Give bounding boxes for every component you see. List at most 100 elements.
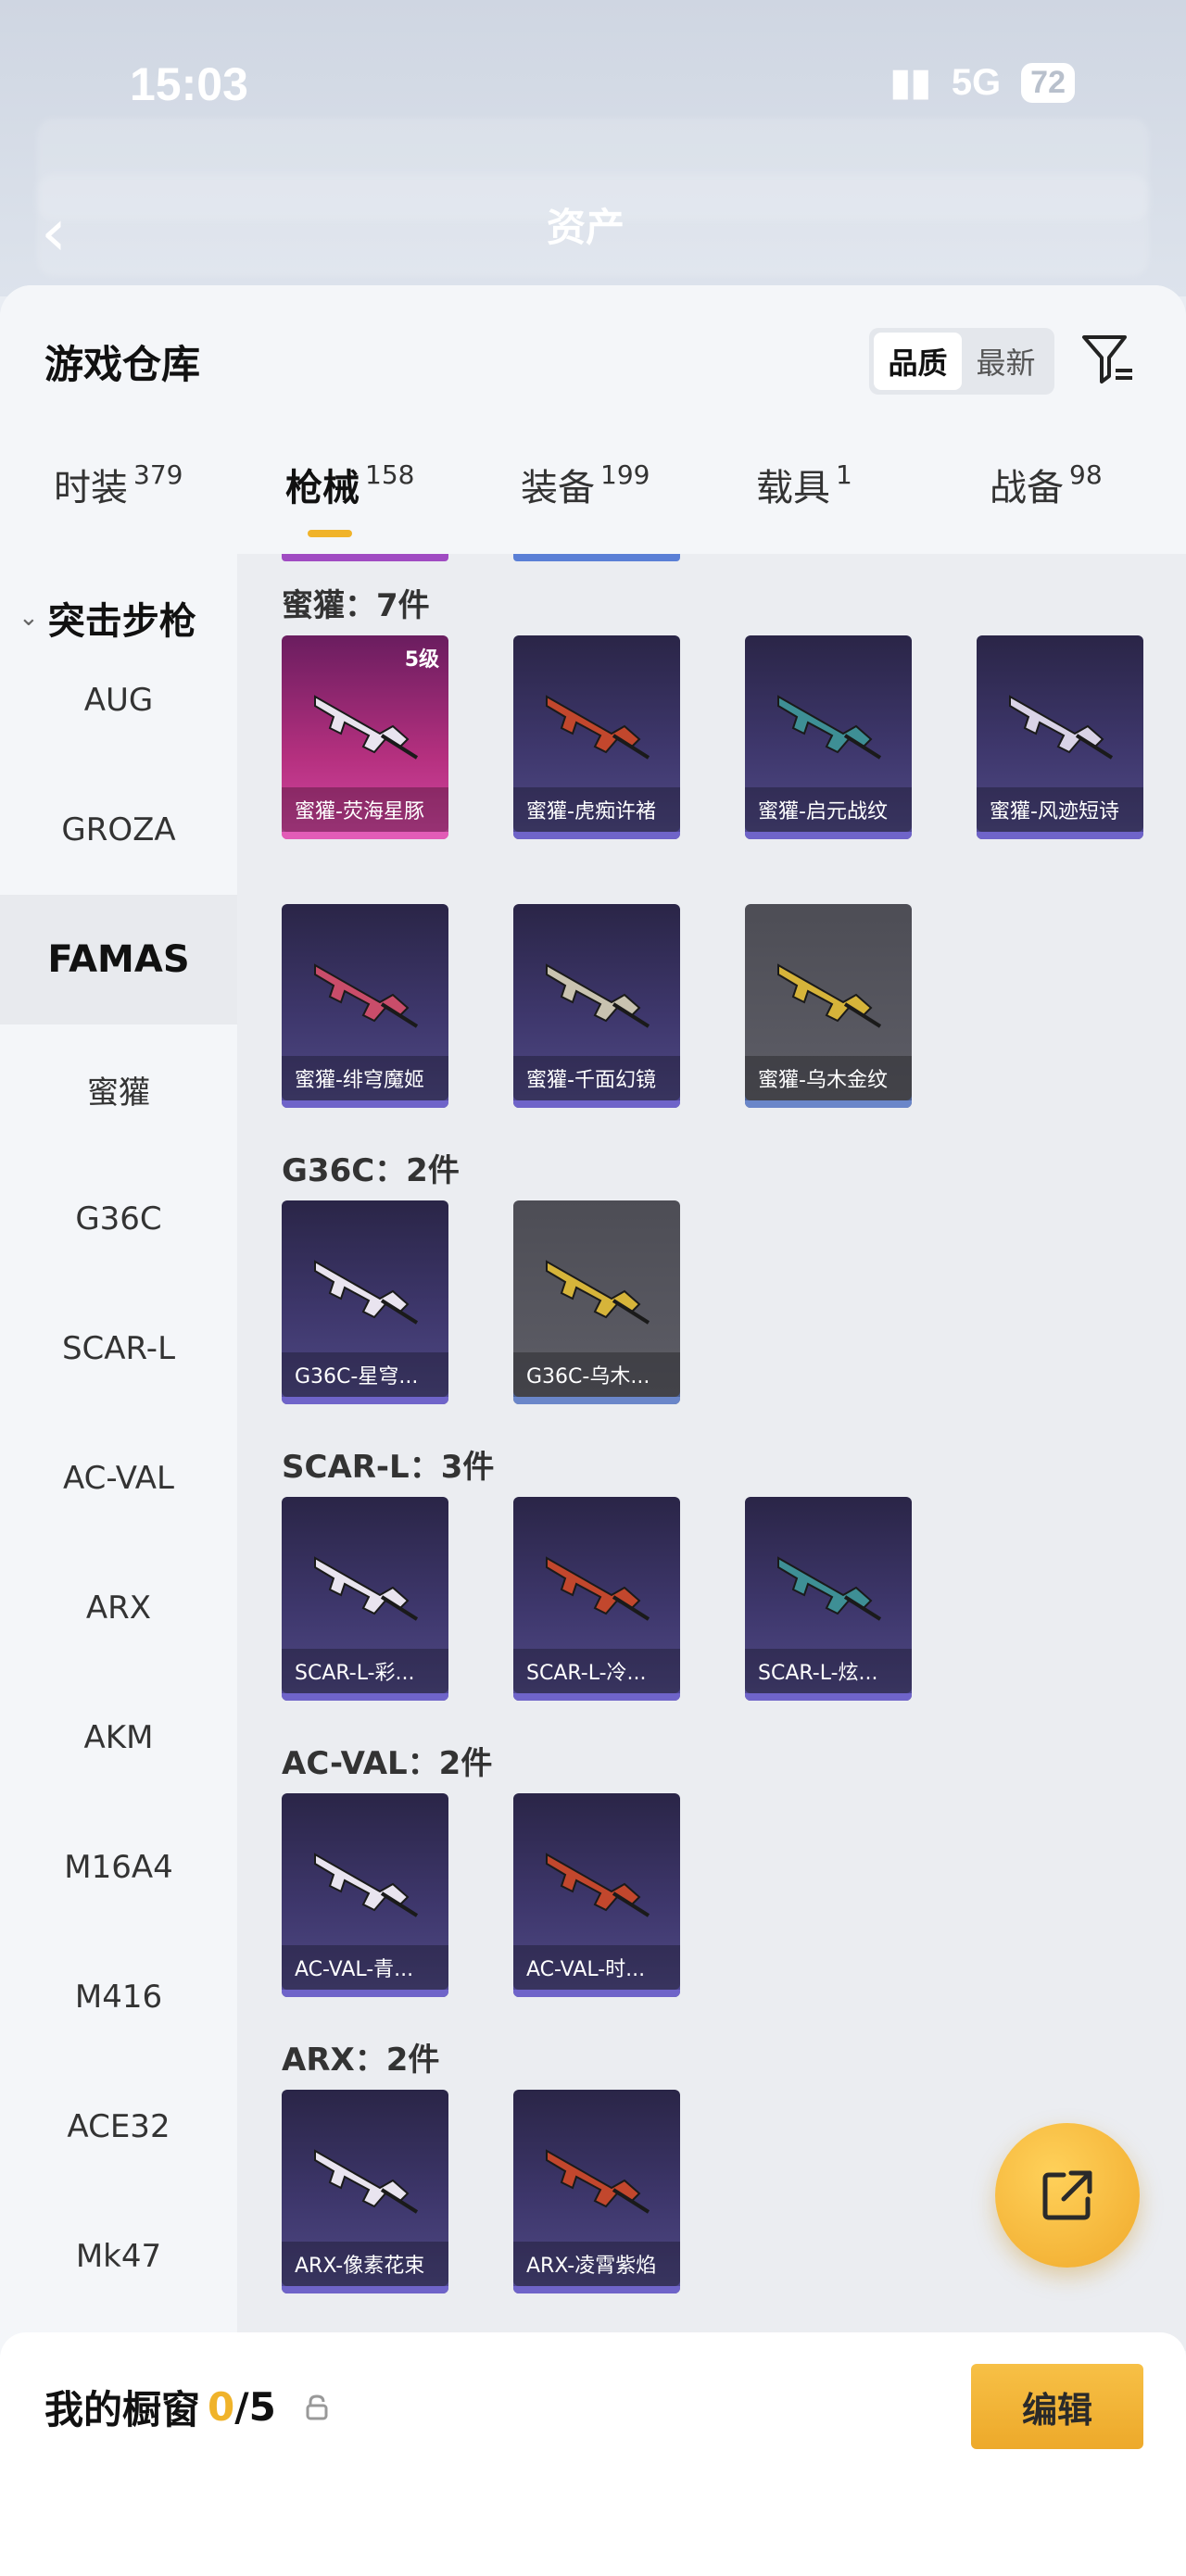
sort-latest-button[interactable]: 最新	[962, 333, 1050, 390]
sidebar-item-famas[interactable]: FAMAS	[0, 895, 237, 1024]
weapon-skin-card[interactable]: AC-VAL-时...	[513, 1793, 680, 1997]
background-layer: 15:03 ▮▮ 5G 72 ‹ 资产	[0, 0, 1186, 296]
weapon-skin-card[interactable]: ARX-凌霄紫焰	[513, 2090, 680, 2293]
weapon-skin-card[interactable]: SCAR-L-炫...	[745, 1497, 912, 1701]
sidebar-item-scar-l[interactable]: SCAR-L	[0, 1284, 237, 1414]
tab-label: 战备	[990, 467, 1064, 509]
skin-name: 蜜獾-虎痴许褚	[513, 787, 680, 832]
skin-name: 蜜獾-绯穹魔姬	[282, 1056, 448, 1100]
rifle-icon	[314, 1853, 419, 1917]
filter-icon[interactable]	[1079, 330, 1138, 389]
game-warehouse-sheet: 游戏仓库 品质 最新 时装 379 枪械 158 装备 199 载具 1 战备 …	[0, 285, 1186, 2576]
weapon-skin-card[interactable]: 蜜獾-风迹短诗	[977, 635, 1143, 839]
sidebar-item-honeybadger[interactable]: 蜜獾	[0, 1024, 237, 1154]
skin-name: 蜜獾-乌木金纹	[745, 1056, 912, 1100]
showcase-total: /5	[234, 2384, 276, 2430]
external-link-icon	[1042, 2170, 1092, 2220]
rifle-icon	[546, 1556, 650, 1621]
tab-label: 装备	[521, 467, 595, 509]
network-label: 5G	[951, 61, 1002, 103]
skin-name: G36C-星穹...	[282, 1352, 448, 1397]
tab-count: 199	[600, 459, 650, 490]
tab-equipment[interactable]: 装备 199	[521, 458, 650, 511]
group-title: SCAR-L：3件	[282, 1449, 495, 1486]
rifle-icon	[1009, 695, 1114, 760]
skin-name: AC-VAL-时...	[513, 1945, 680, 1990]
asset-label: 资产	[547, 205, 625, 250]
rifle-icon	[777, 1556, 882, 1621]
showcase-summary: 我的橱窗 0 /5	[44, 2379, 330, 2435]
showcase-bar: 我的橱窗 0 /5 编辑	[0, 2332, 1186, 2576]
edit-button[interactable]: 编辑	[971, 2364, 1143, 2449]
tab-count: 98	[1069, 459, 1103, 490]
group-title: G36C：2件	[282, 1152, 460, 1189]
sidebar-item-m416[interactable]: M416	[0, 1932, 237, 2062]
weapon-skin-card[interactable]: 蜜獾-千面幻镜	[513, 904, 680, 1108]
weapon-skin-card[interactable]: 蜜獾-启元战纹	[745, 635, 912, 839]
sidebar-item-aug[interactable]: AUG	[0, 635, 237, 765]
tab-vehicles[interactable]: 载具 1	[756, 458, 852, 511]
sidebar-item-mk47[interactable]: Mk47	[0, 2192, 237, 2321]
skin-level-badge: 5级	[404, 648, 439, 672]
page-title: 游戏仓库	[44, 342, 201, 387]
skin-name: 蜜獾-千面幻镜	[513, 1056, 680, 1100]
rifle-icon	[546, 963, 650, 1028]
tab-count: 379	[133, 459, 183, 490]
skin-name: ARX-像素花束	[282, 2242, 448, 2286]
rifle-icon	[777, 963, 882, 1028]
sidebar-item-arx[interactable]: ARX	[0, 1543, 237, 1673]
card-stub	[513, 554, 680, 561]
category-tabs: 时装 379 枪械 158 装备 199 载具 1 战备 98	[0, 458, 1186, 550]
sheet-header: 游戏仓库 品质 最新 时装 379 枪械 158 装备 199 载具 1 战备 …	[0, 285, 1186, 554]
sidebar-item-g36c[interactable]: G36C	[0, 1154, 237, 1284]
weapon-skin-card[interactable]: 5级蜜獾-荧海星豚	[282, 635, 448, 839]
signal-icon: ▮▮	[890, 62, 931, 103]
rifle-icon	[546, 1853, 650, 1917]
rifle-icon	[314, 2149, 419, 2214]
card-stub	[282, 554, 448, 561]
showcase-label: 我的橱窗	[44, 2387, 201, 2432]
group-title: ARX：2件	[282, 2042, 440, 2079]
rifle-icon	[314, 1556, 419, 1621]
battery-level: 72	[1021, 62, 1075, 103]
tab-count: 1	[836, 459, 852, 490]
rifle-icon	[546, 2149, 650, 2214]
sort-quality-button[interactable]: 品质	[874, 333, 962, 390]
status-time: 15:03	[130, 58, 248, 110]
skin-name: 蜜獾-启元战纹	[745, 787, 912, 832]
tab-label: 载具	[756, 467, 830, 509]
back-arrow-icon[interactable]: ‹	[41, 195, 67, 270]
sort-toggle: 品质 最新	[869, 328, 1054, 395]
tab-gear[interactable]: 战备 98	[990, 458, 1103, 511]
showcase-count: 0	[208, 2384, 235, 2430]
skin-name: AC-VAL-青...	[282, 1945, 448, 1990]
sidebar-item-ace32[interactable]: ACE32	[0, 2062, 237, 2192]
weapon-skin-card[interactable]: 蜜獾-乌木金纹	[745, 904, 912, 1108]
weapon-skin-card[interactable]: 蜜獾-虎痴许褚	[513, 635, 680, 839]
rifle-icon	[314, 695, 419, 760]
rifle-icon	[546, 695, 650, 760]
tab-firearms[interactable]: 枪械 158	[285, 458, 414, 511]
weapon-skin-card[interactable]: ARX-像素花束	[282, 2090, 448, 2293]
sidebar-item-m16a4[interactable]: M16A4	[0, 1803, 237, 1932]
skin-name: SCAR-L-彩...	[282, 1649, 448, 1693]
rifle-icon	[314, 1260, 419, 1325]
rifle-icon	[546, 1260, 650, 1325]
tab-label: 时装	[54, 467, 128, 509]
weapon-skin-card[interactable]: SCAR-L-冷...	[513, 1497, 680, 1701]
sidebar-item-groza[interactable]: GROZA	[0, 765, 237, 895]
weapon-skin-card[interactable]: SCAR-L-彩...	[282, 1497, 448, 1701]
tab-fashion[interactable]: 时装 379	[54, 458, 183, 511]
sidebar-item-akm[interactable]: AKM	[0, 1673, 237, 1803]
weapon-skin-card[interactable]: G36C-星穹...	[282, 1200, 448, 1404]
skin-name: SCAR-L-冷...	[513, 1649, 680, 1693]
sidebar-item-ac-val[interactable]: AC-VAL	[0, 1414, 237, 1543]
weapon-skin-card[interactable]: G36C-乌木...	[513, 1200, 680, 1404]
tab-label: 枪械	[285, 467, 360, 509]
active-tab-indicator	[308, 530, 352, 537]
skin-name: 蜜獾-荧海星豚	[282, 787, 448, 832]
weapon-skin-card[interactable]: AC-VAL-青...	[282, 1793, 448, 1997]
weapon-skin-card[interactable]: 蜜獾-绯穹魔姬	[282, 904, 448, 1108]
tab-count: 158	[365, 459, 415, 490]
share-fab-button[interactable]	[995, 2123, 1140, 2268]
